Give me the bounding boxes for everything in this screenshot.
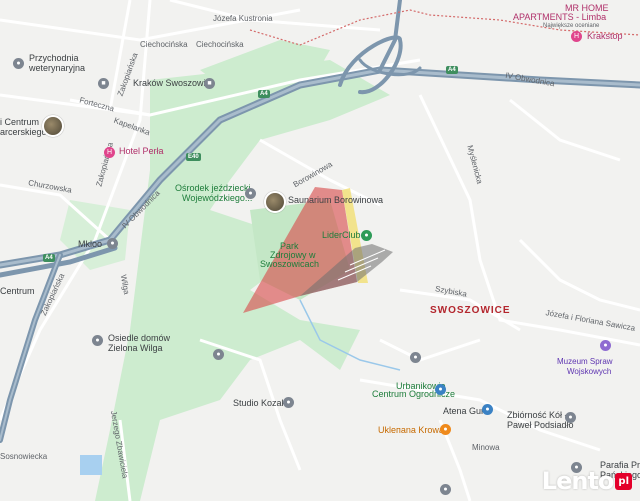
poi-label: Wojskowych <box>567 367 612 376</box>
hotel-icon[interactable]: H <box>571 31 582 42</box>
poi-rating-label: Największe oceniane <box>543 23 600 29</box>
poi-label: Studio Kozak <box>233 398 287 408</box>
restaurant-icon[interactable]: ● <box>440 424 451 435</box>
road-shield-a4: A4 <box>258 90 270 98</box>
road-shield-e40: E40 <box>186 153 201 161</box>
water-pond <box>80 455 102 475</box>
poi-label-hotel: Hotel Perła <box>119 146 164 156</box>
place-pin-icon[interactable]: ● <box>213 349 224 360</box>
poi-label: LiderClub <box>322 230 361 240</box>
map-canvas[interactable]: A4 A4 A4 E40 Józefa Kustronia Ciechocińs… <box>0 0 640 501</box>
poi-label: Zielona Wilga <box>108 343 163 353</box>
street-label: Ciechocińska <box>196 40 244 49</box>
poi-label: Krakstop <box>587 31 623 41</box>
sport-icon[interactable]: ● <box>361 230 372 241</box>
poi-label: Mkloo <box>78 239 103 249</box>
shop-icon[interactable]: ● <box>435 384 446 395</box>
poi-label: APARTMENTS - Limba <box>513 12 607 22</box>
hotel-icon[interactable]: H <box>104 147 115 158</box>
lento-watermark: Lento pl <box>542 467 632 495</box>
store-icon[interactable]: ● <box>107 238 118 249</box>
shop-icon[interactable]: ● <box>482 404 493 415</box>
poi-label: Ośrodek jeździecki <box>175 183 251 193</box>
road-shield-a4-right: A4 <box>446 66 458 74</box>
place-pin-icon[interactable]: ● <box>440 484 451 495</box>
poi-label: weterynaryjna <box>29 63 86 73</box>
poi-label: Osiedle domów <box>108 333 171 343</box>
poi-label: Muzeum Spraw <box>557 357 613 366</box>
poi-label: Ukleпana Krowa <box>378 425 444 435</box>
photo-thumbnail-icon[interactable] <box>264 191 286 213</box>
road-shield-a4-left: A4 <box>43 254 55 262</box>
poi-label: arcerskiego <box>0 127 47 137</box>
poi-label: Zbiórność Kół - <box>507 410 568 420</box>
station-label: Kraków Swoszowice <box>133 78 216 88</box>
poi-label: Wojewódzkiego... <box>182 193 253 203</box>
district-label: SWOSZOWICE <box>430 305 511 316</box>
museum-icon[interactable]: ● <box>600 340 611 351</box>
street-label: Minowa <box>472 443 500 452</box>
poi-label: Centrum <box>0 286 35 296</box>
watermark-text: Lento <box>541 467 615 495</box>
poi-label: Przychodnia <box>29 53 79 63</box>
poi-label: Atena Gun <box>443 406 487 416</box>
watermark-badge: pl <box>615 472 632 490</box>
housing-icon[interactable]: ● <box>92 335 103 346</box>
street-label: Ciechocińska <box>140 40 188 49</box>
place-pin-icon[interactable]: ● <box>410 352 421 363</box>
photo-thumbnail-icon[interactable] <box>42 115 64 137</box>
vet-pin-icon[interactable]: ● <box>13 58 24 69</box>
poi-label: Paweł Podsiadło <box>507 420 574 430</box>
poi-label: Saunarium Borowinowa <box>288 195 384 205</box>
poi-label: i Centrum <box>0 117 40 127</box>
train-icon[interactable]: ■ <box>98 78 109 89</box>
park-label: Swoszowicach <box>260 259 320 269</box>
studio-icon[interactable]: ● <box>283 397 294 408</box>
street-label: Józefa Kustronia <box>213 14 273 23</box>
street-label: Sosnowiecka <box>0 452 48 461</box>
bus-icon[interactable]: ■ <box>204 78 215 89</box>
horse-icon[interactable]: ● <box>245 188 256 199</box>
place-pin-icon[interactable]: ● <box>565 412 576 423</box>
